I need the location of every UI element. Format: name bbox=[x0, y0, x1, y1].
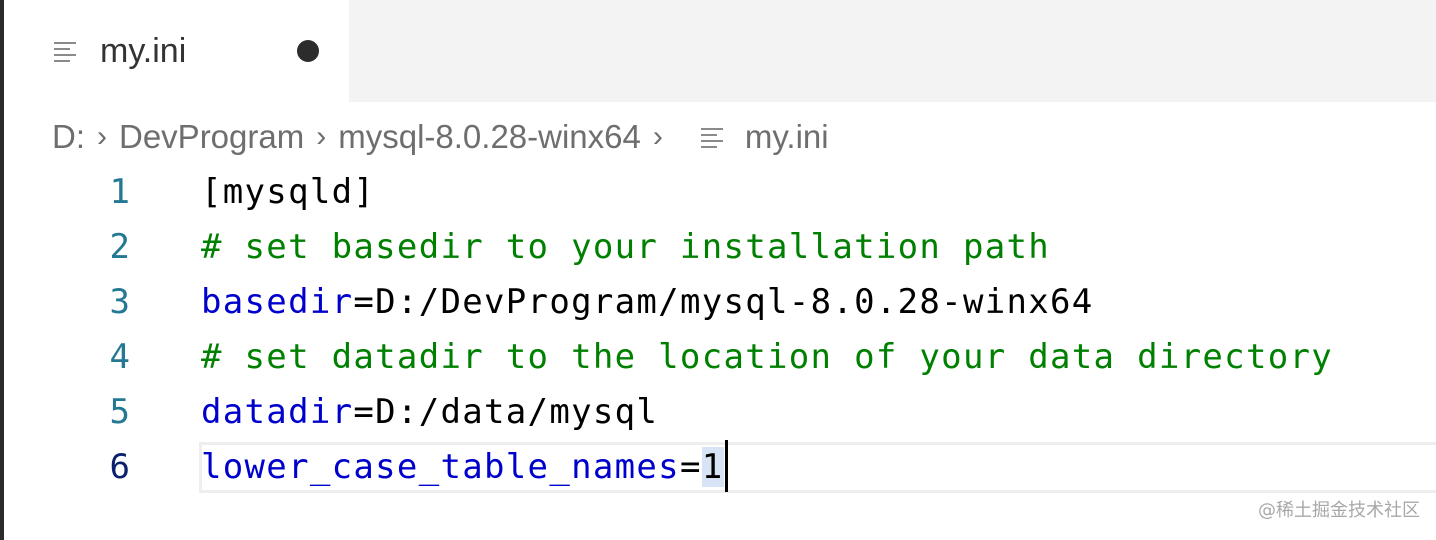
equals-sign: = bbox=[353, 392, 376, 432]
code-editor[interactable]: 1 [mysqld] 2 # set basedir to your insta… bbox=[0, 165, 1436, 505]
line-number: 4 bbox=[109, 337, 130, 377]
config-value-highlighted: 1 bbox=[701, 447, 724, 487]
config-value: D:/data/mysql bbox=[375, 392, 659, 432]
line-content[interactable]: basedir=D:/DevProgram/mysql-8.0.28-winx6… bbox=[201, 275, 1094, 330]
equals-sign: = bbox=[353, 282, 376, 322]
chevron-right-icon: › bbox=[652, 120, 663, 153]
breadcrumb-file-label: my.ini bbox=[744, 118, 829, 155]
section-header: [mysqld] bbox=[201, 172, 376, 212]
comment-text: # set datadir to the location of your da… bbox=[201, 337, 1334, 377]
config-key: basedir bbox=[201, 282, 354, 322]
file-lines-icon bbox=[700, 125, 725, 149]
line-content[interactable]: [mysqld] bbox=[201, 165, 375, 220]
line-number: 3 bbox=[109, 282, 130, 322]
config-value: D:/DevProgram/mysql-8.0.28-winx64 bbox=[375, 282, 1094, 322]
breadcrumb-item-devprogram[interactable]: DevProgram bbox=[119, 118, 304, 156]
code-line: 4 # set datadir to the location of your … bbox=[0, 330, 1436, 385]
breadcrumb-item-mysql-folder[interactable]: mysql-8.0.28-winx64 bbox=[338, 118, 641, 156]
file-lines-icon bbox=[54, 39, 78, 63]
tab-title: my.ini bbox=[100, 31, 187, 70]
line-content[interactable]: # set datadir to the location of your da… bbox=[201, 330, 1333, 385]
code-line: 2 # set basedir to your installation pat… bbox=[0, 220, 1436, 275]
config-key: lower_case_table_names bbox=[201, 447, 680, 487]
line-content[interactable]: datadir=D:/data/mysql bbox=[201, 385, 658, 440]
equals-sign: = bbox=[679, 447, 702, 487]
editor-window: my.ini D: › DevProgram › mysql-8.0.28-wi… bbox=[0, 0, 1436, 540]
watermark: @稀土掘金技术社区 bbox=[1258, 500, 1420, 521]
config-key: datadir bbox=[201, 392, 354, 432]
tab-my-ini[interactable]: my.ini bbox=[4, 0, 349, 102]
code-line: 3 basedir=D:/DevProgram/mysql-8.0.28-win… bbox=[0, 275, 1436, 330]
line-number: 5 bbox=[109, 392, 130, 432]
line-number: 2 bbox=[109, 227, 130, 267]
tab-bar: my.ini bbox=[4, 0, 1436, 102]
code-line-active: 6 lower_case_table_names=1 bbox=[0, 440, 1436, 495]
line-content[interactable]: lower_case_table_names=1 bbox=[201, 440, 728, 495]
line-number-active: 6 bbox=[109, 447, 130, 487]
code-line: 1 [mysqld] bbox=[0, 165, 1436, 220]
chevron-right-icon: › bbox=[316, 120, 327, 153]
comment-text: # set basedir to your installation path bbox=[201, 227, 1051, 267]
line-content[interactable]: # set basedir to your installation path bbox=[201, 220, 1050, 275]
unsaved-dot-icon[interactable] bbox=[297, 40, 319, 62]
code-line: 5 datadir=D:/data/mysql bbox=[0, 385, 1436, 440]
text-cursor bbox=[724, 440, 728, 492]
line-number: 1 bbox=[109, 172, 130, 212]
breadcrumb-item-file[interactable]: my.ini bbox=[700, 118, 829, 156]
chevron-right-icon: › bbox=[97, 120, 107, 153]
breadcrumb-item-drive[interactable]: D: bbox=[52, 118, 85, 156]
breadcrumb: D: › DevProgram › mysql-8.0.28-winx64 › … bbox=[52, 112, 829, 162]
